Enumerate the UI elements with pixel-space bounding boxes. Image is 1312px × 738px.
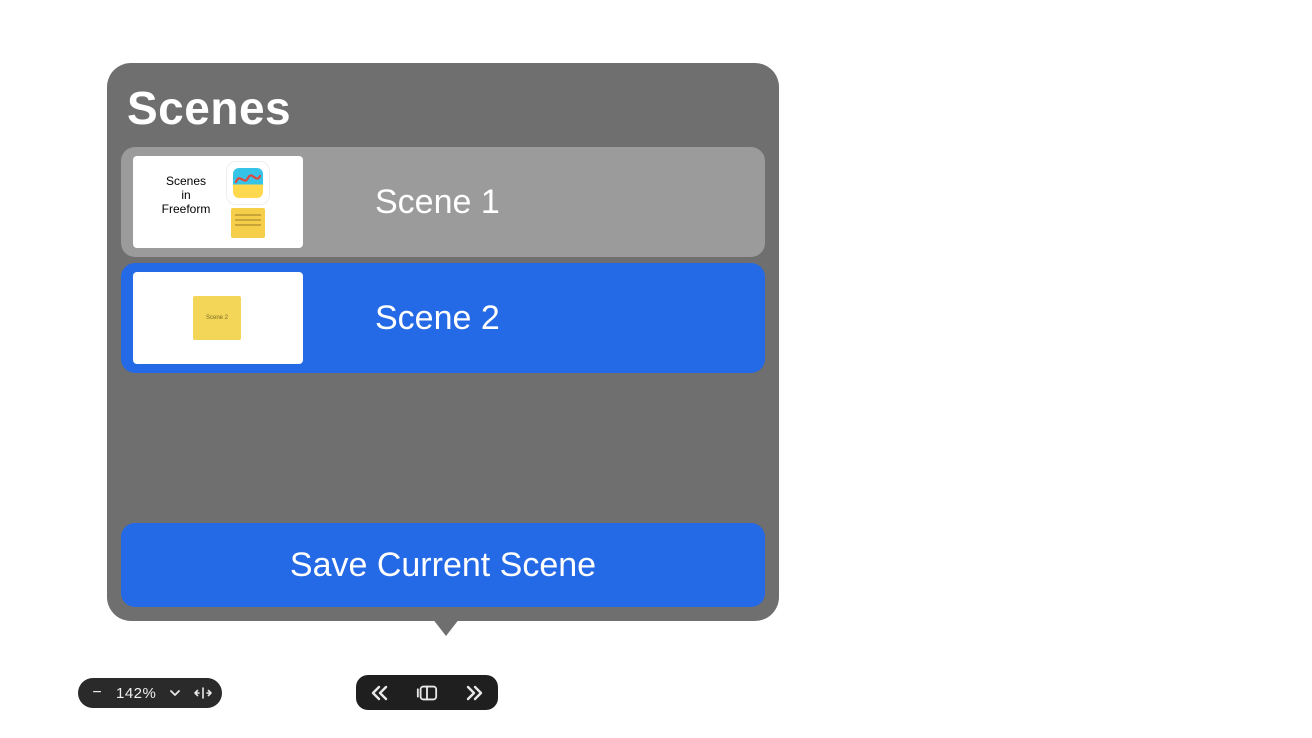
previous-scene-button[interactable] bbox=[368, 682, 390, 704]
scene-row-label: Scene 2 bbox=[375, 299, 500, 338]
scene-row-2[interactable]: Scene 2 Scene 2 bbox=[121, 263, 765, 373]
sticky-note-icon bbox=[231, 208, 265, 238]
scenes-popover: Scenes Scenes in Freeform Scene 1 bbox=[107, 63, 779, 621]
popover-tail bbox=[432, 618, 460, 636]
scene-navigator bbox=[356, 675, 498, 710]
scenes-panel-button[interactable] bbox=[416, 682, 438, 704]
zoom-fit-width-icon[interactable] bbox=[194, 684, 212, 702]
scenes-popover-title: Scenes bbox=[127, 81, 765, 135]
scene-row-1[interactable]: Scenes in Freeform Scene 1 bbox=[121, 147, 765, 257]
zoom-level-value[interactable]: 142% bbox=[116, 685, 156, 702]
scene-row-label: Scene 1 bbox=[375, 183, 500, 222]
scene-thumbnail-1: Scenes in Freeform bbox=[133, 156, 303, 248]
next-scene-button[interactable] bbox=[464, 682, 486, 704]
zoom-menu-chevron-icon[interactable] bbox=[166, 684, 184, 702]
save-current-scene-label: Save Current Scene bbox=[290, 546, 596, 585]
zoom-control: − 142% bbox=[78, 678, 222, 708]
scene-thumbnail-2: Scene 2 bbox=[133, 272, 303, 364]
zoom-out-button[interactable]: − bbox=[88, 684, 106, 702]
sticky-note-icon: Scene 2 bbox=[193, 296, 241, 340]
scene-list: Scenes in Freeform Scene 1 Scene 2 bbox=[121, 147, 765, 373]
scene-thumbnail-1-text: Scenes in Freeform bbox=[151, 174, 221, 216]
save-current-scene-button[interactable]: Save Current Scene bbox=[121, 523, 765, 607]
freeform-app-icon bbox=[227, 162, 269, 204]
